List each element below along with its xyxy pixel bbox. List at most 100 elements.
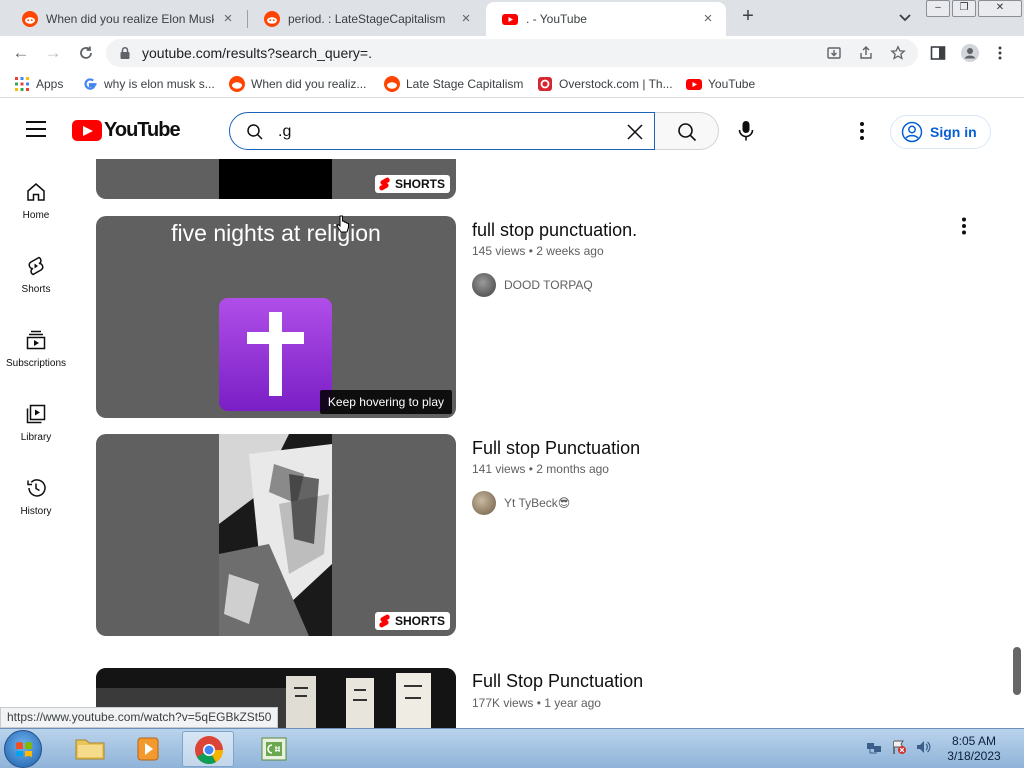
clear-search-icon[interactable] xyxy=(626,123,644,141)
video-thumbnail[interactable]: SHORTS xyxy=(96,159,456,199)
hamburger-menu-icon[interactable] xyxy=(26,121,46,137)
apps-grid-icon xyxy=(15,77,29,91)
chrome-menu-icon[interactable] xyxy=(996,45,1004,61)
close-tab-icon[interactable]: × xyxy=(458,10,474,27)
tab-title: When did you realize Elon Musk xyxy=(46,11,214,26)
tab-title: . - YouTube xyxy=(526,12,587,26)
side-panel-icon[interactable] xyxy=(930,45,946,61)
back-arrow-icon[interactable]: ← xyxy=(12,44,30,62)
hover-tooltip: Keep hovering to play xyxy=(319,390,452,414)
result-item[interactable]: five nights at religion Keep hovering to… xyxy=(96,216,996,418)
restore-button[interactable]: ❐ xyxy=(952,0,976,17)
channel-name[interactable]: DOOD TORPAQ xyxy=(504,278,593,292)
bookmark-late-stage-capitalism[interactable]: Late Stage Capitalism xyxy=(384,76,523,92)
video-title[interactable]: Full stop Punctuation xyxy=(472,438,640,459)
guide-item-shorts[interactable]: Shorts xyxy=(0,255,72,325)
guide-item-subscriptions[interactable]: Subscriptions xyxy=(0,329,72,399)
channel-info[interactable]: DOOD TORPAQ xyxy=(472,273,593,297)
guide-item-history[interactable]: History xyxy=(0,477,72,547)
youtube-header: YouTube .g Sign in xyxy=(0,99,1024,159)
video-title[interactable]: Full Stop Punctuation xyxy=(472,671,643,692)
reload-icon[interactable] xyxy=(77,44,95,62)
bookmark-reddit-elon[interactable]: When did you realiz... xyxy=(229,76,366,92)
shorts-logo-icon xyxy=(379,177,390,191)
search-results: SHORTS five nights at religion Keep hove… xyxy=(72,159,1012,729)
result-item[interactable]: SHORTS Full stop Punctuation 141 views •… xyxy=(96,434,996,636)
video-metadata: 145 views • 2 weeks ago xyxy=(472,244,604,258)
video-metadata: 177K views • 1 year ago xyxy=(472,696,601,710)
chevron-down-icon[interactable] xyxy=(897,9,913,25)
taskbar-csharp-app[interactable] xyxy=(248,731,300,767)
address-bar[interactable]: youtube.com/results?search_query=. xyxy=(106,39,918,67)
bookmark-label: Overstock.com | Th... xyxy=(559,77,673,91)
close-tab-icon[interactable]: × xyxy=(700,11,716,27)
close-tab-icon[interactable]: × xyxy=(220,10,236,27)
taskbar-chrome[interactable] xyxy=(182,731,234,767)
bookmark-label: YouTube xyxy=(708,77,756,91)
shorts-badge: SHORTS xyxy=(374,175,450,193)
account-icon xyxy=(901,121,923,143)
guide-item-library[interactable]: Library xyxy=(0,403,72,473)
video-metadata: 141 views • 2 months ago xyxy=(472,462,609,476)
guide-label: Library xyxy=(20,432,52,443)
bookmark-label: Late Stage Capitalism xyxy=(406,77,524,91)
upload-age: 2 months ago xyxy=(536,462,609,476)
close-window-button[interactable]: ✕ xyxy=(978,0,1022,17)
page-scrollbar-thumb[interactable] xyxy=(1013,647,1021,695)
share-icon[interactable] xyxy=(858,45,874,61)
channel-name[interactable]: Yt TyBeck😎 xyxy=(504,496,570,510)
youtube-wordmark: YouTube xyxy=(104,118,181,141)
action-menu-icon[interactable] xyxy=(960,217,968,235)
new-tab-button[interactable]: + xyxy=(737,6,759,28)
shorts-logo-icon xyxy=(379,614,390,628)
channel-avatar[interactable] xyxy=(472,491,496,515)
guide-label: Home xyxy=(22,210,50,221)
windows-start-button[interactable] xyxy=(4,730,42,768)
browser-toolbar: ← → youtube.com/results?search_query=. xyxy=(0,36,1024,70)
tab-reddit-elon[interactable]: When did you realize Elon Musk × xyxy=(6,3,246,34)
action-center-flag-icon[interactable] xyxy=(891,739,907,755)
search-button[interactable] xyxy=(655,112,719,150)
microphone-icon[interactable] xyxy=(736,120,756,142)
forward-arrow-icon[interactable]: → xyxy=(44,44,62,62)
guide-item-home[interactable]: Home xyxy=(0,181,72,251)
shorts-badge-label: SHORTS xyxy=(394,614,445,628)
thumbnail-caption: five nights at religion xyxy=(171,220,381,246)
bookmark-google-search[interactable]: why is elon musk s... xyxy=(82,76,215,92)
tab-late-stage-capitalism[interactable]: period. : LateStageCapitalism × xyxy=(248,3,484,34)
video-thumbnail[interactable]: five nights at religion Keep hovering to… xyxy=(96,216,456,418)
channel-info[interactable]: Yt TyBeck😎 xyxy=(472,491,570,515)
profile-avatar-icon[interactable] xyxy=(961,44,979,62)
bookmark-star-icon[interactable] xyxy=(890,45,906,61)
upload-age: 2 weeks ago xyxy=(536,244,604,258)
taskbar-explorer[interactable] xyxy=(64,731,116,767)
volume-icon[interactable] xyxy=(915,739,931,755)
network-icon[interactable] xyxy=(866,739,882,755)
windows-logo-icon xyxy=(16,742,32,757)
minimize-button[interactable]: – xyxy=(926,0,950,17)
result-item[interactable]: SHORTS xyxy=(96,159,996,199)
system-clock[interactable]: 8:05 AM 3/18/2023 xyxy=(944,734,1004,764)
bookmark-overstock[interactable]: Overstock.com | Th... xyxy=(537,76,673,92)
url-text: youtube.com/results?search_query=. xyxy=(142,45,372,61)
video-thumbnail[interactable]: SHORTS xyxy=(96,434,456,636)
youtube-logo[interactable]: YouTube xyxy=(72,118,181,141)
tab-youtube[interactable]: . - YouTube × xyxy=(486,2,726,36)
taskbar-media-player[interactable] xyxy=(122,731,174,767)
sign-in-button[interactable]: Sign in xyxy=(890,115,991,149)
shorts-icon xyxy=(28,256,44,276)
lock-icon[interactable] xyxy=(118,46,132,60)
reddit-icon xyxy=(264,10,280,27)
install-app-icon[interactable] xyxy=(826,45,842,61)
channel-avatar[interactable] xyxy=(472,273,496,297)
clock-date: 3/18/2023 xyxy=(947,749,1001,763)
bookmark-apps[interactable]: Apps xyxy=(14,76,63,92)
settings-more-icon[interactable] xyxy=(856,121,868,141)
shorts-badge: SHORTS xyxy=(374,612,450,630)
video-title[interactable]: full stop punctuation. xyxy=(472,220,637,241)
short-frame xyxy=(219,159,332,199)
video-frame-image xyxy=(219,434,332,636)
search-input[interactable]: .g xyxy=(229,112,655,150)
history-icon xyxy=(27,479,46,497)
bookmark-youtube[interactable]: YouTube xyxy=(686,76,755,92)
